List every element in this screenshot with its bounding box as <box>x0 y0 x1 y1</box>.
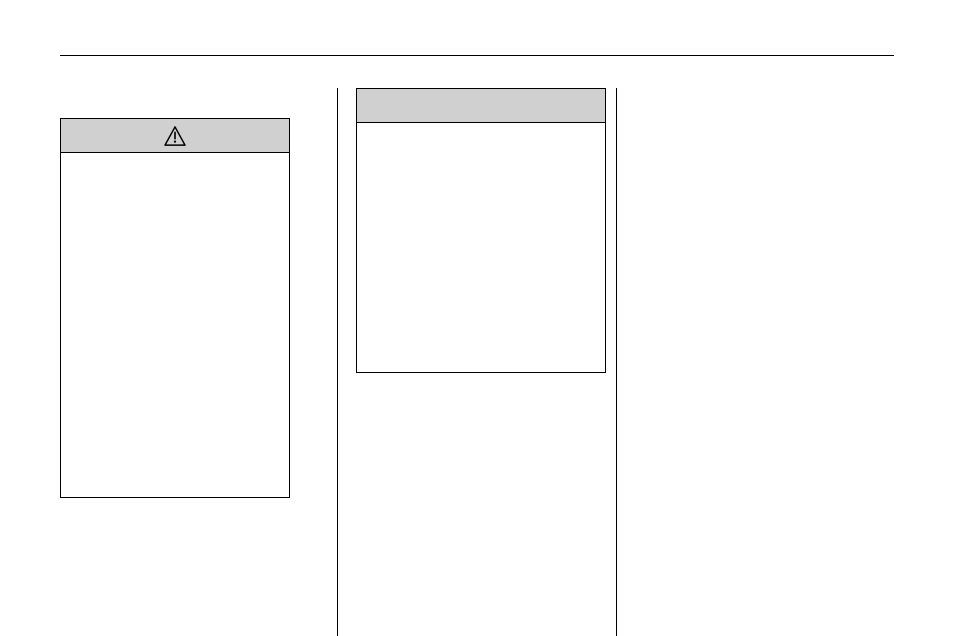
warning-box <box>60 118 290 498</box>
info-box-header <box>357 89 605 123</box>
warning-icon <box>164 126 186 146</box>
warning-box-header <box>61 119 289 153</box>
column-container <box>60 88 894 636</box>
info-box <box>356 88 606 373</box>
column-3 <box>616 88 894 636</box>
column-1 <box>60 88 337 636</box>
horizontal-rule <box>60 55 894 56</box>
column-2 <box>337 88 615 636</box>
